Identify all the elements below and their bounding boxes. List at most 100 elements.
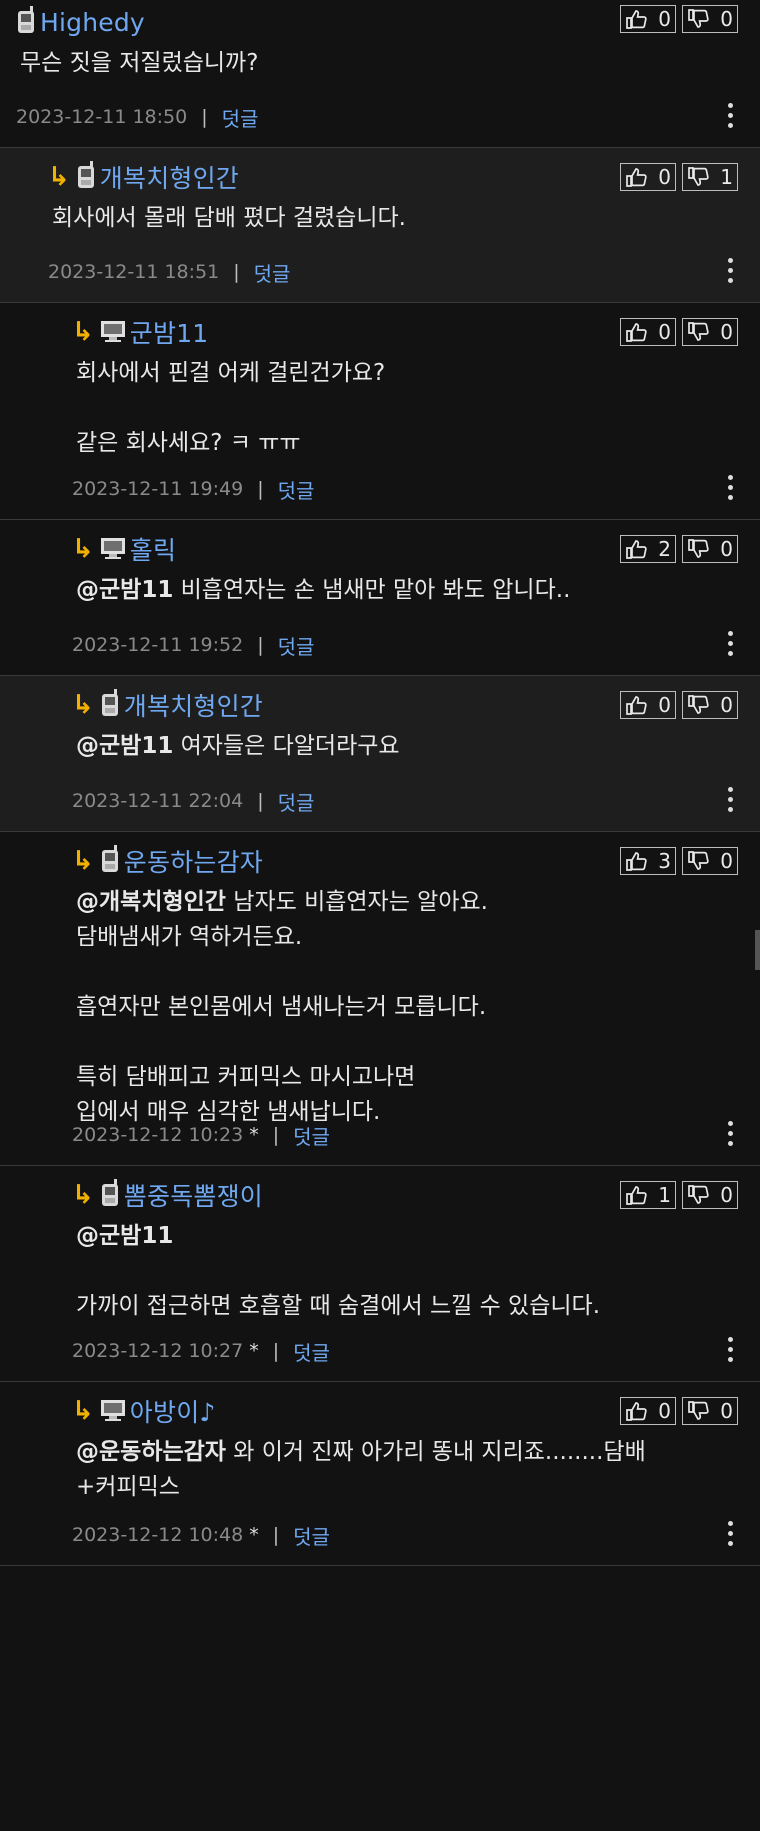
author-name[interactable]: 운동하는감자 bbox=[124, 843, 263, 879]
upvote-button[interactable]: 1 bbox=[620, 1181, 676, 1209]
vote-group: 01 bbox=[620, 163, 738, 191]
author-name[interactable]: 개복치형인간 bbox=[100, 159, 239, 195]
author-name[interactable]: 개복치형인간 bbox=[124, 687, 263, 723]
pc-device-icon bbox=[100, 535, 126, 563]
vote-count: 0 bbox=[658, 165, 671, 189]
author-name[interactable]: 아방이♪ bbox=[130, 1393, 216, 1429]
divider: | bbox=[233, 261, 240, 283]
more-options-icon[interactable] bbox=[728, 103, 734, 129]
downvote-button[interactable]: 0 bbox=[682, 5, 738, 33]
more-options-icon[interactable] bbox=[728, 475, 734, 501]
author-name[interactable]: 뽐중독뽐쟁이 bbox=[124, 1177, 263, 1213]
reply-link[interactable]: 덧글 bbox=[278, 475, 315, 504]
comment-meta: 2023-12-12 10:48 * | 덧글 bbox=[72, 1515, 760, 1555]
comment-item: ↳ 아방이♪ 0 0 @운동하는감자 와 이거 진짜 아가리 똥내 지리죠.......… bbox=[0, 1382, 760, 1566]
thumbs-down-icon bbox=[687, 1185, 709, 1205]
thumbs-up-icon bbox=[625, 1185, 647, 1205]
downvote-button[interactable]: 0 bbox=[682, 691, 738, 719]
downvote-button[interactable]: 0 bbox=[682, 1397, 738, 1425]
author-name[interactable]: Highedy bbox=[40, 8, 145, 37]
thumbs-up-icon bbox=[625, 851, 647, 871]
comment-body: @군밤11 가까이 접근하면 호흡할 때 숨결에서 느낄 수 있습니다. bbox=[72, 1215, 760, 1332]
thumbs-down-icon bbox=[687, 539, 709, 559]
downvote-button[interactable]: 0 bbox=[682, 535, 738, 563]
comment-body: @개복치형인간 남자도 비흡연자는 알아요. 담배냄새가 역하거든요. 흡연자만… bbox=[72, 881, 760, 1138]
edited-mark: * bbox=[249, 1340, 259, 1362]
reply-link[interactable]: 덧글 bbox=[278, 787, 315, 816]
thumbs-up-icon bbox=[625, 9, 647, 29]
vote-count: 0 bbox=[658, 693, 671, 717]
downvote-button[interactable]: 0 bbox=[682, 1181, 738, 1209]
comment-meta: 2023-12-12 10:23 * | 덧글 bbox=[72, 1115, 760, 1155]
comment-header: ↳ 홀릭 2 0 bbox=[72, 529, 760, 569]
comment-meta: 2023-12-11 18:50 | 덧글 bbox=[16, 97, 760, 137]
upvote-button[interactable]: 0 bbox=[620, 1397, 676, 1425]
vote-count: 0 bbox=[720, 1183, 733, 1207]
reply-arrow-icon: ↳ bbox=[72, 534, 94, 564]
divider: | bbox=[201, 106, 208, 128]
reply-arrow-icon: ↳ bbox=[72, 1180, 94, 1210]
comment-body: @군밤11 비흡연자는 손 냄새만 맡아 봐도 압니다.. bbox=[72, 569, 760, 616]
author-name[interactable]: 홀릭 bbox=[130, 531, 176, 567]
author-name[interactable]: 군밤11 bbox=[130, 314, 209, 350]
more-options-icon[interactable] bbox=[728, 258, 734, 284]
upvote-button[interactable]: 3 bbox=[620, 847, 676, 875]
thumbs-down-icon bbox=[687, 695, 709, 715]
vote-group: 00 bbox=[620, 318, 738, 346]
comment-body: @운동하는감자 와 이거 진짜 아가리 똥내 지리죠........담배 +커피… bbox=[72, 1431, 760, 1513]
scrollbar-thumb[interactable] bbox=[755, 930, 760, 970]
thumbs-up-icon bbox=[625, 1401, 647, 1421]
more-options-icon[interactable] bbox=[728, 631, 734, 657]
reply-link[interactable]: 덧글 bbox=[293, 1337, 330, 1366]
reply-link[interactable]: 덧글 bbox=[254, 258, 291, 287]
comment-header: ↳ 개복치형인간 0 0 bbox=[72, 685, 760, 725]
comment-header: Highedy 0 0 bbox=[16, 2, 760, 42]
upvote-button[interactable]: 0 bbox=[620, 318, 676, 346]
more-options-icon[interactable] bbox=[728, 1121, 734, 1147]
comment-meta: 2023-12-12 10:27 * | 덧글 bbox=[72, 1331, 760, 1371]
upvote-button[interactable]: 0 bbox=[620, 691, 676, 719]
reply-arrow-icon: ↳ bbox=[48, 162, 70, 192]
downvote-button[interactable]: 1 bbox=[682, 163, 738, 191]
pc-device-icon bbox=[100, 318, 126, 346]
comment-item: ↳ 군밤11 0 0 회사에서 핀걸 어케 걸린건가요? 같은 회사세요? ㅋ ㅠㅠ 20… bbox=[0, 303, 760, 520]
upvote-button[interactable]: 2 bbox=[620, 535, 676, 563]
divider: | bbox=[272, 1124, 280, 1146]
vote-group: 30 bbox=[620, 847, 738, 875]
comment-meta: 2023-12-11 19:49 | 덧글 bbox=[72, 469, 760, 509]
vote-group: 00 bbox=[620, 691, 738, 719]
comment-date: 2023-12-12 10:48 bbox=[72, 1524, 244, 1546]
vote-count: 0 bbox=[658, 7, 671, 31]
vote-count: 1 bbox=[720, 165, 733, 189]
downvote-button[interactable]: 0 bbox=[682, 318, 738, 346]
mobile-device-icon bbox=[16, 6, 36, 38]
upvote-button[interactable]: 0 bbox=[620, 5, 676, 33]
more-options-icon[interactable] bbox=[728, 1337, 734, 1363]
mention-link[interactable]: @운동하는감자 bbox=[76, 1439, 226, 1465]
divider: | bbox=[257, 790, 264, 812]
mention-link[interactable]: @군밤11 bbox=[76, 1223, 173, 1249]
comment-date: 2023-12-11 19:49 bbox=[72, 478, 244, 500]
more-options-icon[interactable] bbox=[728, 1521, 734, 1547]
vote-count: 2 bbox=[658, 537, 671, 561]
vote-count: 0 bbox=[720, 849, 733, 873]
reply-link[interactable]: 덧글 bbox=[278, 631, 315, 660]
mention-link[interactable]: @개복치형인간 bbox=[76, 889, 226, 915]
comment-list: Highedy 0 0 무슨 짓을 저질렀습니까? 2023-12-11 18:50 | 덧… bbox=[0, 0, 760, 1566]
comment-date: 2023-12-12 10:27 bbox=[72, 1340, 244, 1362]
more-options-icon[interactable] bbox=[728, 787, 734, 813]
mention-link[interactable]: @군밤11 bbox=[76, 733, 173, 759]
reply-link[interactable]: 덧글 bbox=[293, 1521, 330, 1550]
vote-count: 3 bbox=[658, 849, 671, 873]
thumbs-up-icon bbox=[625, 322, 647, 342]
vote-count: 0 bbox=[658, 1399, 671, 1423]
upvote-button[interactable]: 0 bbox=[620, 163, 676, 191]
downvote-button[interactable]: 0 bbox=[682, 847, 738, 875]
thumbs-down-icon bbox=[687, 9, 709, 29]
reply-link[interactable]: 덧글 bbox=[293, 1121, 330, 1150]
comment-body: 무슨 짓을 저질렀습니까? bbox=[16, 42, 760, 89]
mobile-device-icon bbox=[100, 689, 120, 721]
reply-link[interactable]: 덧글 bbox=[222, 103, 259, 132]
comment-body: 회사에서 핀걸 어케 걸린건가요? 같은 회사세요? ㅋ ㅠㅠ bbox=[72, 352, 760, 469]
mention-link[interactable]: @군밤11 bbox=[76, 577, 173, 603]
